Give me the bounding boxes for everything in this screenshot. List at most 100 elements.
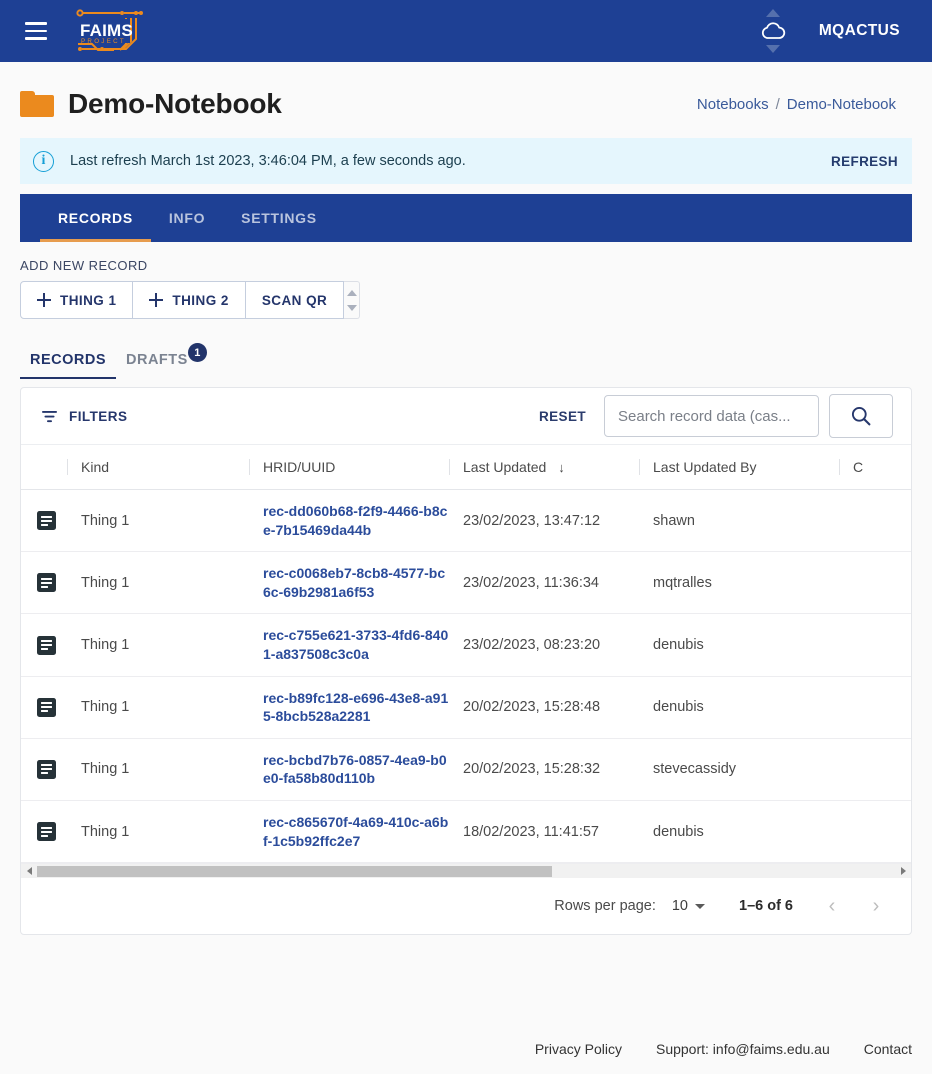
records-table: Kind HRID/UUID Last Updated ↓ Last Updat… — [21, 444, 911, 864]
tab-settings[interactable]: SETTINGS — [223, 194, 335, 242]
records-table-head: Kind HRID/UUID Last Updated ↓ Last Updat… — [21, 444, 911, 490]
rows-per-page-label: Rows per page: — [554, 898, 656, 915]
search-button[interactable] — [829, 394, 893, 438]
record-link[interactable]: rec-dd060b68-f2f9-4466-b8ce-7b15469da44b — [263, 502, 449, 539]
plus-icon — [149, 293, 164, 307]
previous-page-button[interactable]: ‹ — [815, 889, 849, 923]
record-link[interactable]: rec-b89fc128-e696-43e8-a915-8bcb528a2281 — [263, 689, 449, 726]
records-card: FILTERS RESET Kind HRID/UUID Last Update… — [20, 387, 912, 936]
cloud-sync-icon[interactable] — [753, 8, 793, 54]
record-icon-cell — [21, 551, 67, 615]
cell-kind: Thing 1 — [67, 738, 249, 802]
records-table-body: Thing 1 rec-dd060b68-f2f9-4466-b8ce-7b15… — [21, 489, 911, 864]
cell-last-updated: 20/02/2023, 15:28:48 — [449, 676, 639, 739]
cell-created — [839, 613, 911, 677]
cell-created — [839, 738, 911, 802]
scrollbar-thumb[interactable] — [37, 865, 552, 877]
chevron-down-icon — [695, 903, 705, 909]
filters-label: FILTERS — [69, 408, 128, 424]
subtab-drafts[interactable]: DRAFTS 1 — [116, 343, 207, 379]
cell-last-updated: 23/02/2023, 13:47:12 — [449, 489, 639, 553]
record-link[interactable]: rec-c865670f-4a69-410c-a6bf-1c5b92ffc2e7 — [263, 813, 449, 850]
cell-created — [839, 676, 911, 739]
privacy-policy-link[interactable]: Privacy Policy — [535, 1041, 622, 1057]
table-row[interactable]: Thing 1 rec-c755e621-3733-4fd6-8401-a837… — [21, 613, 911, 677]
app-bar: FAIMS PROJECT MQACTUS — [0, 0, 932, 62]
sort-desc-icon: ↓ — [558, 460, 565, 475]
record-icon — [37, 697, 56, 717]
refresh-button[interactable]: REFRESH — [831, 154, 898, 169]
folder-icon-body — [20, 95, 54, 117]
table-row[interactable]: Thing 1 rec-b89fc128-e696-43e8-a915-8bcb… — [21, 676, 911, 739]
user-menu-button[interactable]: MQACTUS — [819, 22, 900, 40]
tab-records[interactable]: RECORDS — [40, 194, 151, 242]
cell-created — [839, 800, 911, 864]
cell-hrid: rec-c0068eb7-8cb8-4577-bc6c-69b2981a6f53 — [249, 551, 449, 615]
column-header-last-updated[interactable]: Last Updated ↓ — [449, 444, 639, 490]
horizontal-scrollbar[interactable] — [21, 863, 911, 879]
support-email-link[interactable]: Support: info@faims.edu.au — [656, 1041, 830, 1057]
subtab-records[interactable]: RECORDS — [20, 352, 117, 379]
table-row[interactable]: Thing 1 rec-dd060b68-f2f9-4466-b8ce-7b15… — [21, 489, 911, 553]
table-row[interactable]: Thing 1 rec-bcbd7b76-0857-4ea9-b0e0-fa58… — [21, 738, 911, 802]
record-link[interactable]: rec-c0068eb7-8cb8-4577-bc6c-69b2981a6f53 — [263, 564, 449, 601]
cell-created — [839, 551, 911, 615]
scan-qr-button[interactable]: SCAN QR — [244, 281, 345, 319]
record-icon — [37, 635, 56, 655]
record-icon-cell — [21, 800, 67, 864]
up-down-stepper-icon[interactable] — [344, 281, 361, 319]
pagination-range: 1–6 of 6 — [739, 898, 793, 915]
scan-qr-label: SCAN QR — [261, 292, 328, 308]
record-icon — [37, 511, 56, 531]
records-toolbar: FILTERS RESET — [21, 388, 911, 444]
table-row[interactable]: Thing 1 rec-c865670f-4a69-410c-a6bf-1c5b… — [21, 800, 911, 864]
table-row[interactable]: Thing 1 rec-c0068eb7-8cb8-4577-bc6c-69b2… — [21, 551, 911, 615]
column-header-last-updated-by[interactable]: Last Updated By — [639, 444, 839, 490]
column-header-hrid[interactable]: HRID/UUID — [249, 444, 449, 490]
next-page-button[interactable]: › — [859, 889, 893, 923]
add-thing-2-label: THING 2 — [172, 292, 229, 308]
filters-button[interactable]: FILTERS — [37, 403, 131, 430]
record-link[interactable]: rec-c755e621-3733-4fd6-8401-a837508c3c0a — [263, 626, 449, 663]
subtab-drafts-label: DRAFTS — [126, 352, 188, 368]
record-tabs: RECORDS DRAFTS 1 — [20, 341, 912, 379]
reset-button[interactable]: RESET — [531, 403, 594, 430]
add-thing-1-button[interactable]: THING 1 — [20, 281, 134, 319]
cell-last-updated-by: mqtralles — [639, 551, 839, 615]
contact-link[interactable]: Contact — [864, 1041, 912, 1057]
search-input[interactable] — [604, 395, 819, 437]
record-icon — [37, 573, 56, 593]
record-icon — [37, 759, 56, 779]
app-bar-actions: MQACTUS — [753, 8, 914, 54]
rows-per-page-value: 10 — [671, 898, 688, 915]
refresh-alert: i Last refresh March 1st 2023, 3:46:04 P… — [20, 138, 912, 184]
breadcrumb-notebooks[interactable]: Notebooks — [697, 96, 769, 113]
column-header-created[interactable]: C — [839, 444, 911, 490]
hamburger-line — [25, 37, 47, 40]
subtab-records-label: RECORDS — [30, 352, 107, 368]
cell-hrid: rec-c865670f-4a69-410c-a6bf-1c5b92ffc2e7 — [249, 800, 449, 864]
record-icon-cell — [21, 613, 67, 677]
cell-kind: Thing 1 — [67, 676, 249, 739]
record-link[interactable]: rec-bcbd7b76-0857-4ea9-b0e0-fa58b80d110b — [263, 751, 449, 788]
cell-kind: Thing 1 — [67, 800, 249, 864]
svg-text:PROJECT: PROJECT — [81, 38, 126, 45]
cloud-icon — [761, 22, 785, 39]
column-header-kind[interactable]: Kind — [67, 444, 249, 490]
scroll-right-arrow-icon[interactable] — [895, 864, 911, 879]
table-header-row: Kind HRID/UUID Last Updated ↓ Last Updat… — [21, 444, 911, 490]
page-title: Demo-Notebook — [68, 88, 282, 119]
sync-down-arrow — [765, 45, 780, 53]
add-new-record-buttons: THING 1 THING 2 SCAN QR — [20, 281, 361, 319]
add-thing-2-button[interactable]: THING 2 — [132, 281, 246, 319]
stepper-down-arrow[interactable] — [346, 304, 357, 311]
stepper-up-arrow[interactable] — [346, 289, 357, 296]
scrollbar-track[interactable] — [37, 865, 895, 877]
faims-logo[interactable]: FAIMS PROJECT — [70, 8, 148, 54]
hamburger-line — [25, 29, 47, 33]
hamburger-icon[interactable] — [18, 13, 54, 49]
page-header: Demo-Notebook Notebooks / Demo-Notebook — [0, 62, 932, 130]
rows-per-page-select[interactable]: 10 — [666, 894, 711, 918]
scroll-left-arrow-icon[interactable] — [21, 864, 37, 879]
tab-info[interactable]: INFO — [151, 194, 223, 242]
